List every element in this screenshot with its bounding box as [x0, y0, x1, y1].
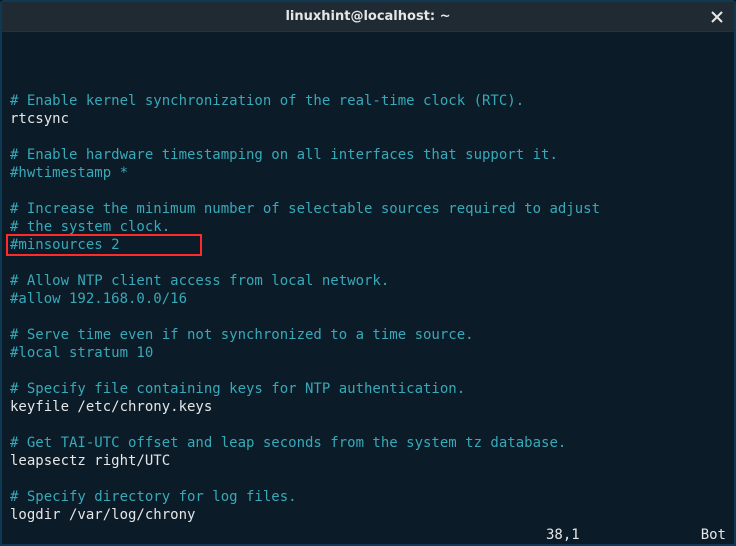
- vim-statusbar: 38,1 Bot: [2, 526, 734, 544]
- terminal-line: rtcsync: [10, 110, 726, 128]
- code-text: logdir /var/log/chrony: [10, 507, 195, 523]
- terminal-line: #local stratum 10: [10, 344, 726, 362]
- comment-text: #hwtimestamp *: [10, 165, 128, 181]
- terminal-line: [10, 128, 726, 146]
- terminal-line: logdir /var/log/chrony: [10, 506, 726, 524]
- terminal-line: [10, 254, 726, 272]
- code-text: leapsectz right/UTC: [10, 453, 170, 469]
- titlebar[interactable]: linuxhint@localhost: ~: [2, 2, 734, 32]
- terminal-line: #minsources 2: [10, 236, 726, 254]
- terminal-line: # Specify directory for log files.: [10, 488, 726, 506]
- terminal-line: #allow 192.168.0.0/16: [10, 290, 726, 308]
- terminal-line: # Get TAI-UTC offset and leap seconds fr…: [10, 434, 726, 452]
- comment-text: # Specify directory for log files.: [10, 489, 297, 505]
- terminal-line: [10, 308, 726, 326]
- comment-text: # Get TAI-UTC offset and leap seconds fr…: [10, 435, 566, 451]
- terminal-line: # Specify file containing keys for NTP a…: [10, 380, 726, 398]
- comment-text: # Enable kernel synchronization of the r…: [10, 93, 524, 109]
- terminal-line: # Allow NTP client access from local net…: [10, 272, 726, 290]
- terminal-line: leapsectz right/UTC: [10, 452, 726, 470]
- terminal-line: #hwtimestamp *: [10, 164, 726, 182]
- terminal-line: [10, 362, 726, 380]
- terminal-line: # Enable kernel synchronization of the r…: [10, 92, 726, 110]
- terminal-window: linuxhint@localhost: ~ # Enable kernel s…: [0, 0, 736, 546]
- terminal-line: # Increase the minimum number of selecta…: [10, 200, 726, 218]
- comment-text: # the system clock.: [10, 219, 170, 235]
- terminal-line: [10, 524, 726, 526]
- terminal-line: keyfile /etc/chrony.keys: [10, 398, 726, 416]
- scroll-indicator: Bot: [686, 526, 726, 540]
- close-button[interactable]: [708, 8, 726, 26]
- terminal-line: [10, 416, 726, 434]
- comment-text: # Serve time even if not synchronized to…: [10, 327, 474, 343]
- code-text: keyfile /etc/chrony.keys: [10, 399, 212, 415]
- comment-text: #minsources 2: [10, 237, 120, 253]
- comment-text: #local stratum 10: [10, 345, 153, 361]
- terminal-line: # the system clock.: [10, 218, 726, 236]
- comment-text: # Allow NTP client access from local net…: [10, 273, 389, 289]
- terminal-line: [10, 182, 726, 200]
- terminal-line: # Serve time even if not synchronized to…: [10, 326, 726, 344]
- close-icon: [711, 11, 723, 23]
- window-title: linuxhint@localhost: ~: [285, 9, 450, 24]
- terminal-line: # Enable hardware timestamping on all in…: [10, 146, 726, 164]
- comment-text: # Specify file containing keys for NTP a…: [10, 381, 465, 397]
- comment-text: # Increase the minimum number of selecta…: [10, 201, 600, 217]
- comment-text: #allow 192.168.0.0/16: [10, 291, 187, 307]
- terminal-line: [10, 470, 726, 488]
- terminal-viewport[interactable]: # Enable kernel synchronization of the r…: [2, 32, 734, 526]
- cursor-position: 38,1: [546, 526, 626, 540]
- code-text: rtcsync: [10, 111, 69, 127]
- comment-text: # Enable hardware timestamping on all in…: [10, 147, 558, 163]
